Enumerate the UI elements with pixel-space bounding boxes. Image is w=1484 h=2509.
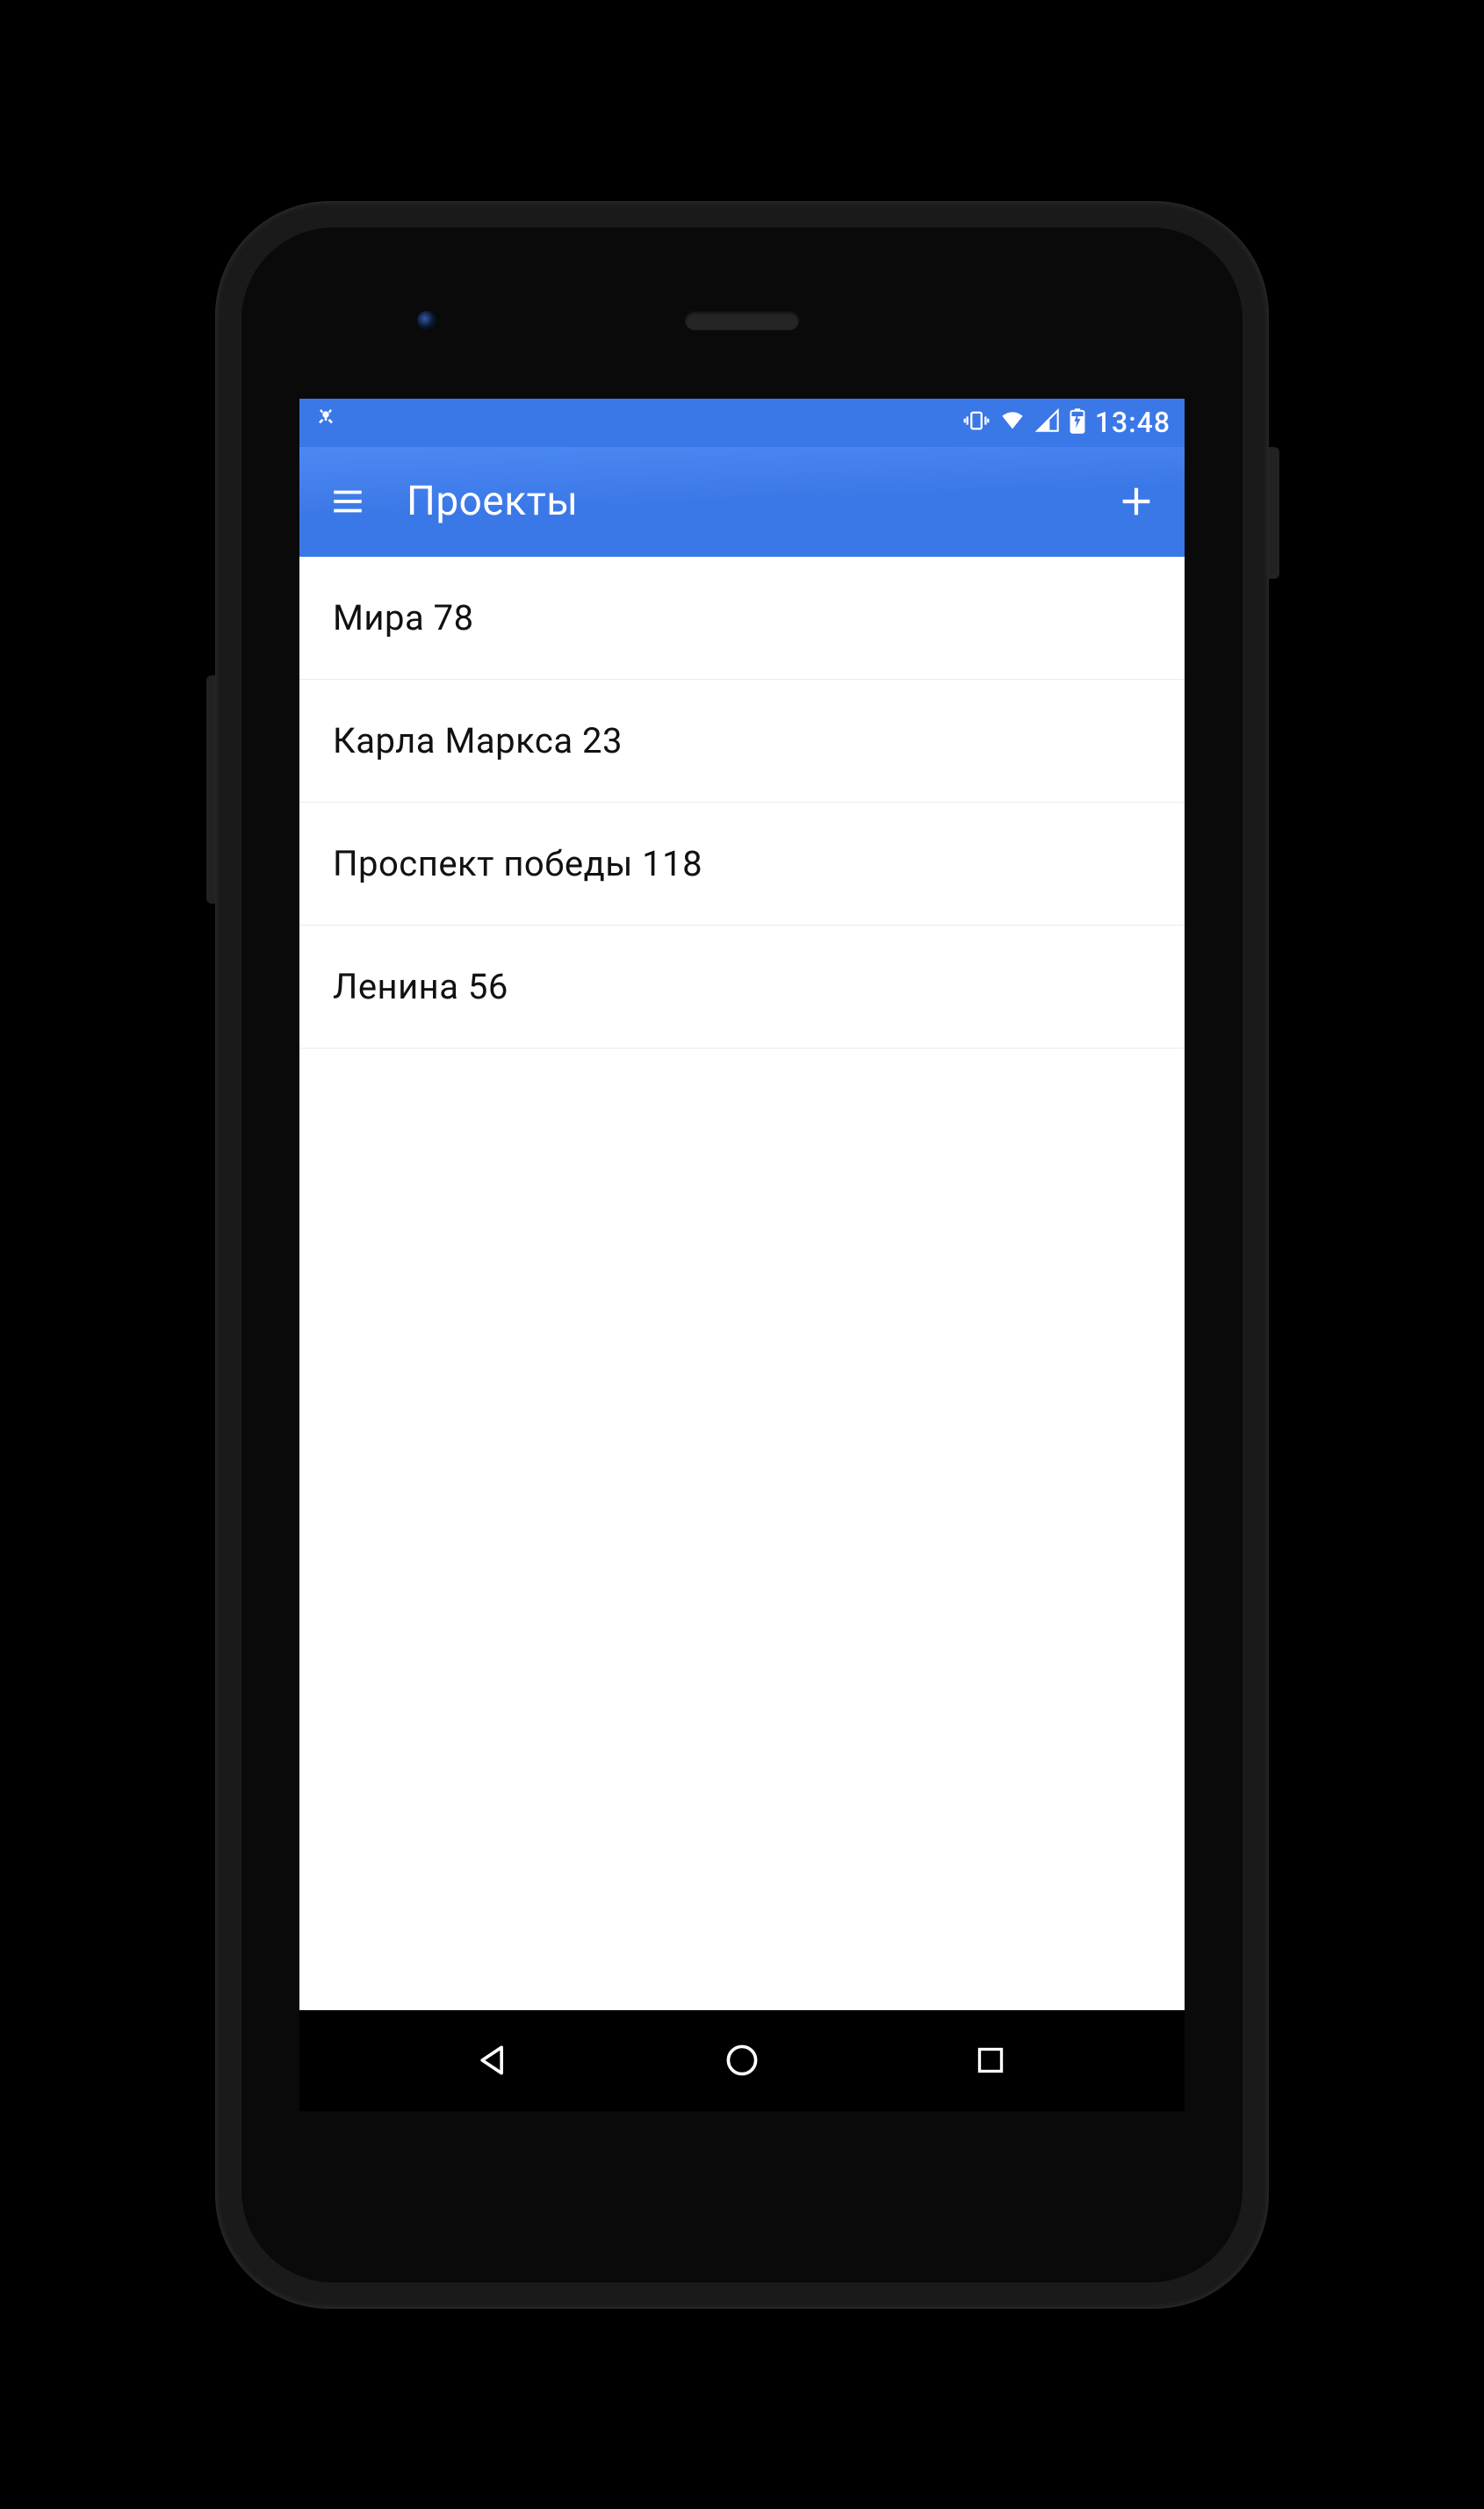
battery-icon [1069, 407, 1086, 437]
status-time: 13:48 [1095, 406, 1171, 439]
list-item-label: Ленина 56 [333, 966, 508, 1007]
list-item[interactable]: Проспект победы 118 [299, 803, 1185, 926]
recents-button[interactable] [955, 2025, 1026, 2095]
home-button[interactable] [707, 2025, 777, 2095]
phone-bezel: 13:48 Проекты [241, 227, 1243, 2282]
list-item-label: Проспект победы 118 [333, 843, 702, 884]
phone-frame: 13:48 Проекты [215, 201, 1269, 2309]
list-item[interactable]: Ленина 56 [299, 926, 1185, 1049]
list-item[interactable]: Карла Маркса 23 [299, 680, 1185, 803]
menu-button[interactable] [326, 479, 370, 523]
status-right: 13:48 [963, 406, 1171, 439]
navigation-bar [299, 2010, 1185, 2111]
list-item[interactable]: Мира 78 [299, 557, 1185, 680]
earpiece-speaker [685, 311, 799, 330]
power-button [1269, 447, 1279, 579]
vibrate-icon [963, 408, 990, 436]
screen: 13:48 Проекты [299, 399, 1185, 2111]
project-list[interactable]: Мира 78 Карла Маркса 23 Проспект победы … [299, 557, 1185, 2010]
wifi-icon [998, 408, 1027, 436]
back-button[interactable] [458, 2025, 529, 2095]
signal-icon [1035, 408, 1060, 436]
add-button[interactable] [1114, 479, 1158, 523]
debug-icon [313, 408, 338, 436]
list-item-label: Мира 78 [333, 597, 474, 638]
volume-button [206, 675, 215, 904]
status-left [313, 408, 338, 436]
page-title: Проекты [407, 478, 1077, 525]
status-bar: 13:48 [299, 399, 1185, 447]
list-item-label: Карла Маркса 23 [333, 720, 623, 761]
app-bar: Проекты [299, 447, 1185, 557]
front-camera [417, 311, 436, 330]
